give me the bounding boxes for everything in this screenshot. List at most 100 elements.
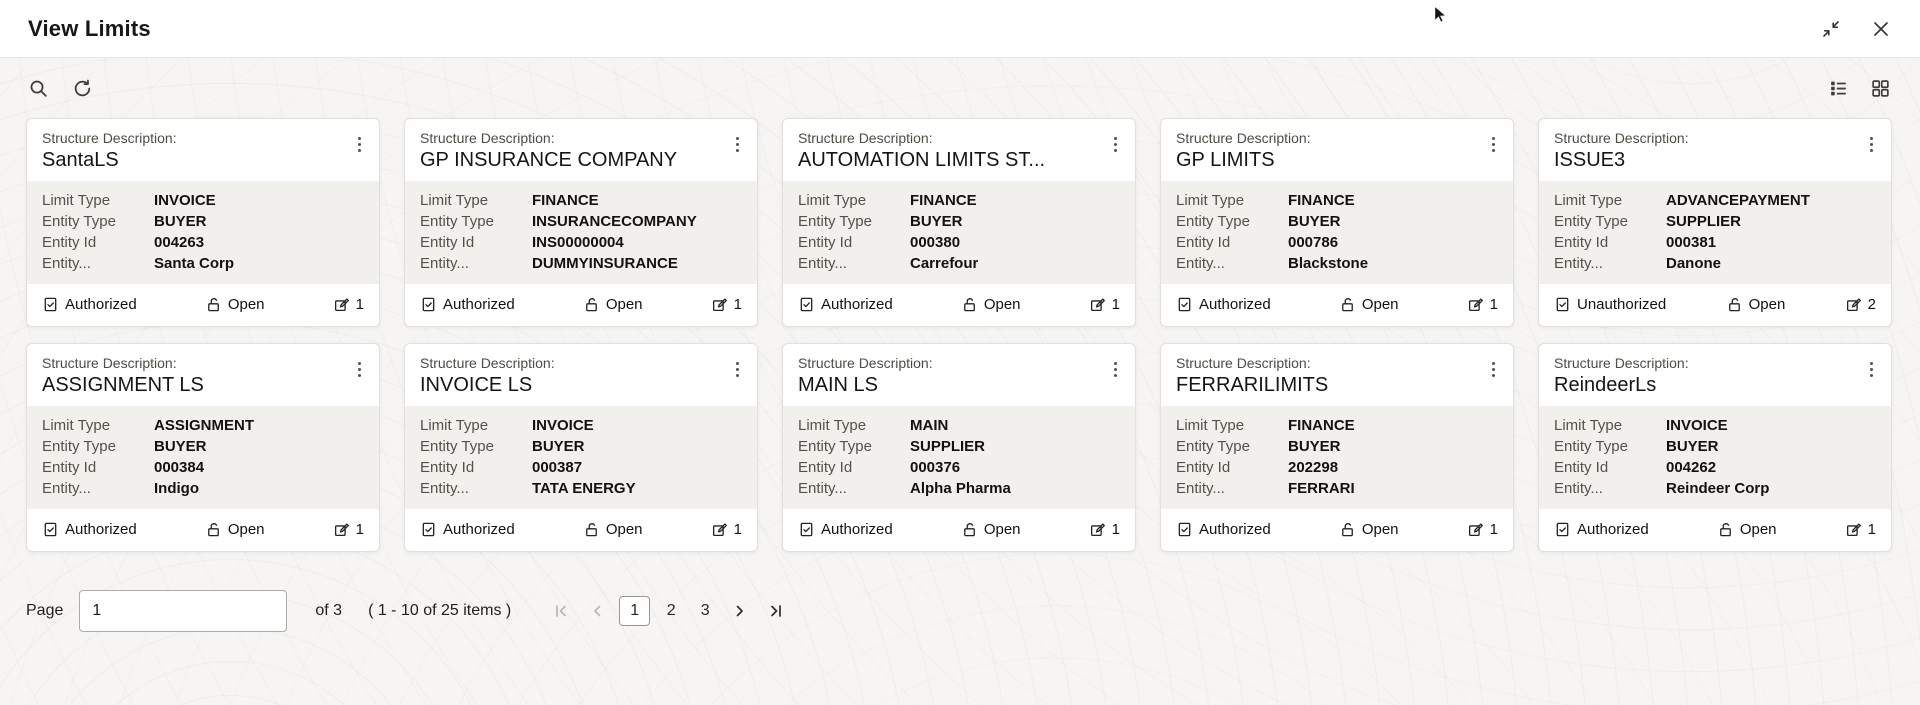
structure-name: SantaLS <box>42 149 119 171</box>
close-icon[interactable] <box>1870 18 1892 40</box>
authorized-icon <box>1178 297 1191 312</box>
open-lock-icon <box>585 523 597 537</box>
page-of-text: of 3 <box>315 602 343 619</box>
limit-type-label: Limit Type <box>42 417 111 434</box>
card-body: Limit Type MAIN Entity Type SUPPLIER Ent… <box>783 406 1135 509</box>
edit-count[interactable]: 1 <box>333 296 364 313</box>
limit-card: Structure Description: AUTOMATION LIMITS… <box>782 118 1136 327</box>
entity-id-label: Entity Id <box>1176 459 1231 476</box>
entity-type-label: Entity Type <box>1176 213 1250 230</box>
structure-description-label: Structure Description: <box>798 130 933 146</box>
edit-count[interactable]: 1 <box>1845 521 1876 538</box>
kebab-menu-icon[interactable] <box>347 129 371 152</box>
limit-type-value: INVOICE <box>532 417 594 434</box>
list-view-icon[interactable] <box>1826 76 1850 100</box>
open-lock-icon <box>1719 523 1731 537</box>
card-footer: Authorized Open 1 <box>405 284 757 326</box>
kebab-menu-icon[interactable] <box>1481 129 1505 152</box>
search-icon[interactable] <box>26 76 50 100</box>
edit-count[interactable]: 1 <box>711 296 742 313</box>
kebab-menu-icon[interactable] <box>1481 354 1505 377</box>
page-number-button[interactable]: 2 <box>658 596 684 626</box>
edit-count[interactable]: 1 <box>711 521 742 538</box>
edit-count[interactable]: 1 <box>333 521 364 538</box>
page-label: Page <box>26 602 64 619</box>
grid-view-icon[interactable] <box>1868 76 1892 100</box>
refresh-icon[interactable] <box>70 76 94 100</box>
edit-count[interactable]: 1 <box>1467 521 1498 538</box>
limit-type-value: FINANCE <box>532 192 599 209</box>
entity-id-value: 000380 <box>910 234 961 251</box>
limit-card: Structure Description: ISSUE3 Limit Type… <box>1538 118 1892 327</box>
edit-icon <box>1090 298 1105 312</box>
record-status: Open <box>1339 296 1399 313</box>
page-number-button[interactable]: 1 <box>619 596 651 626</box>
edit-count[interactable]: 1 <box>1089 521 1120 538</box>
pager-controls: 123 <box>547 596 790 626</box>
limit-type-label: Limit Type <box>1554 192 1623 209</box>
card-footer: Authorized Open 1 <box>1161 509 1513 551</box>
limit-card: Structure Description: SantaLS Limit Typ… <box>26 118 380 327</box>
edit-icon <box>1846 298 1861 312</box>
entity-label: Entity... <box>1176 255 1225 272</box>
authorization-status: Authorized <box>798 296 893 313</box>
entity-type-label: Entity Type <box>420 213 494 230</box>
entity-id-label: Entity Id <box>1176 234 1231 251</box>
limit-type-value: FINANCE <box>910 192 977 209</box>
page-number-button[interactable]: 3 <box>692 596 718 626</box>
edit-icon <box>1468 298 1483 312</box>
authorization-status-text: Authorized <box>1199 521 1271 538</box>
structure-name: ASSIGNMENT LS <box>42 374 204 396</box>
open-lock-icon <box>963 298 975 312</box>
edit-count[interactable]: 2 <box>1845 296 1876 313</box>
collapse-icon[interactable] <box>1820 18 1842 40</box>
structure-name: AUTOMATION LIMITS ST... <box>798 149 1046 171</box>
record-status-text: Open <box>1361 521 1399 538</box>
entity-label: Entity... <box>1554 255 1603 272</box>
authorization-status-text: Authorized <box>65 296 137 313</box>
open-lock-icon <box>1341 523 1353 537</box>
kebab-menu-icon[interactable] <box>1103 129 1127 152</box>
kebab-menu-icon[interactable] <box>1103 354 1127 377</box>
record-status-text: Open <box>227 521 265 538</box>
record-status: Open <box>583 296 643 313</box>
entity-label: Entity... <box>1176 480 1225 497</box>
kebab-menu-icon[interactable] <box>725 354 749 377</box>
card-body: Limit Type INVOICE Entity Type BUYER Ent… <box>27 181 379 284</box>
entity-type-label: Entity Type <box>798 438 872 455</box>
limit-type-label: Limit Type <box>1176 192 1245 209</box>
kebab-menu-icon[interactable] <box>347 354 371 377</box>
card-header: Structure Description: AUTOMATION LIMITS… <box>783 119 1135 181</box>
card-header: Structure Description: GP INSURANCE COMP… <box>405 119 757 181</box>
structure-description-label: Structure Description: <box>42 355 177 371</box>
first-page-icon[interactable] <box>547 597 575 625</box>
card-body: Limit Type INVOICE Entity Type BUYER Ent… <box>1539 406 1891 509</box>
edit-count-value: 1 <box>355 296 364 313</box>
entity-value: TATA ENERGY <box>532 480 636 497</box>
edit-count-value: 1 <box>733 521 742 538</box>
card-header: Structure Description: ASSIGNMENT LS <box>27 344 379 406</box>
authorization-status-text: Unauthorized <box>1577 296 1667 313</box>
edit-count[interactable]: 1 <box>1467 296 1498 313</box>
kebab-menu-icon[interactable] <box>725 129 749 152</box>
open-lock-icon <box>207 523 219 537</box>
record-status-text: Open <box>983 521 1021 538</box>
limit-type-value: MAIN <box>910 417 949 434</box>
open-lock-icon <box>1341 298 1353 312</box>
kebab-menu-icon[interactable] <box>1859 354 1883 377</box>
card-grid: Structure Description: SantaLS Limit Typ… <box>0 110 1920 552</box>
record-status-text: Open <box>227 296 265 313</box>
entity-type-value: SUPPLIER <box>1666 213 1742 230</box>
entity-value: FERRARI <box>1288 480 1355 497</box>
page-input[interactable] <box>79 590 288 632</box>
next-page-icon[interactable] <box>726 597 754 625</box>
previous-page-icon[interactable] <box>583 597 611 625</box>
last-page-icon[interactable] <box>762 597 790 625</box>
kebab-menu-icon[interactable] <box>1859 129 1883 152</box>
edit-count[interactable]: 1 <box>1089 296 1120 313</box>
limit-type-value: FINANCE <box>1288 192 1355 209</box>
authorized-icon <box>44 297 57 312</box>
card-body: Limit Type ADVANCEPAYMENT Entity Type SU… <box>1539 181 1891 284</box>
structure-name: ReindeerLs <box>1554 374 1657 396</box>
record-status: Open <box>205 521 265 538</box>
